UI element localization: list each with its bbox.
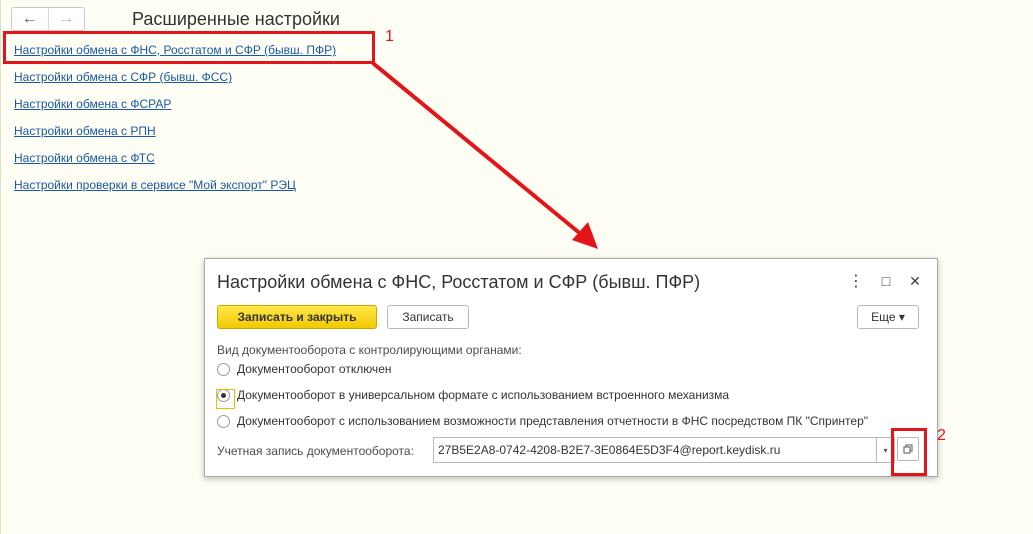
radio-option-disabled[interactable]: Документооборот отключен: [217, 359, 392, 379]
radio-label: Документооборот с использованием возможн…: [237, 414, 868, 428]
radio-label: Документооборот в универсальном формате …: [237, 388, 730, 402]
more-button[interactable]: Еще ▾: [857, 305, 919, 329]
chevron-down-icon: ▾: [883, 445, 888, 455]
save-and-close-button[interactable]: Записать и закрыть: [217, 305, 377, 329]
maximize-icon[interactable]: □: [877, 273, 895, 289]
radio-button-checked[interactable]: [216, 388, 235, 409]
radio-option-sprinter[interactable]: Документооборот с использованием возможн…: [217, 411, 868, 431]
annotation-box-2: [891, 428, 927, 476]
dialog-title: Настройки обмена с ФНС, Росстатом и СФР …: [217, 272, 701, 292]
more-menu-icon[interactable]: ⋮: [847, 271, 865, 291]
annotation-marker-2: 2: [937, 427, 946, 444]
settings-dialog: Настройки обмена с ФНС, Росстатом и СФР …: [204, 258, 938, 477]
radio-option-universal[interactable]: Документооборот в универсальном формате …: [216, 385, 730, 409]
save-button[interactable]: Записать: [387, 305, 469, 329]
close-icon[interactable]: ✕: [906, 273, 924, 290]
radio-button[interactable]: [217, 362, 230, 376]
section-label: Вид документооборота с контролирующими о…: [217, 343, 522, 357]
radio-label: Документооборот отключен: [237, 362, 392, 376]
focus-frame: [216, 388, 235, 409]
radio-button[interactable]: [217, 414, 230, 428]
account-field-label: Учетная запись документооборота:: [217, 444, 414, 458]
account-input[interactable]: 27B5E2A8-0742-4208-B2E7-3E0864E5D3F4@rep…: [433, 437, 877, 463]
